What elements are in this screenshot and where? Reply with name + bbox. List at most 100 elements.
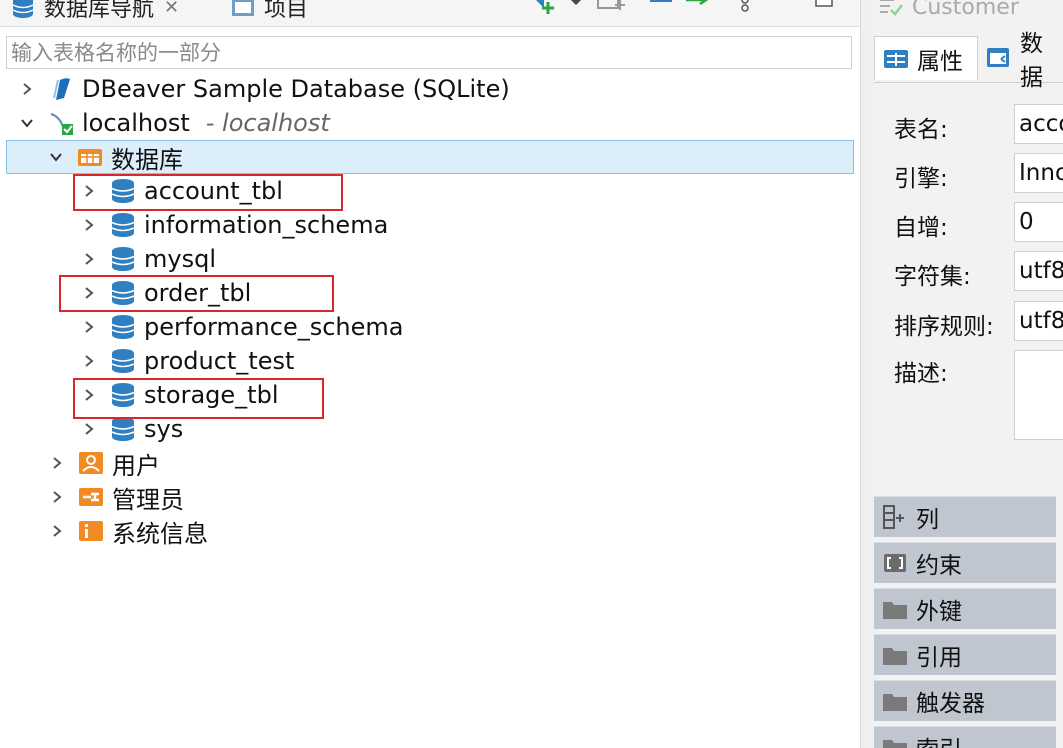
tab-data[interactable]: 数据 (986, 31, 1063, 91)
database-icon (110, 416, 136, 442)
dropdown-chevron-icon[interactable] (568, 0, 598, 22)
database-icon (110, 314, 136, 340)
database-folder-icon (77, 144, 103, 170)
section-label: 外键 (916, 599, 962, 625)
chevron-down-icon[interactable] (47, 148, 65, 166)
database-name-label: sys (144, 415, 184, 443)
database-name-label: information_schema (144, 211, 389, 239)
chevron-right-icon[interactable] (80, 250, 98, 268)
database-icon (110, 212, 136, 238)
highlight-box-account-tbl (73, 174, 343, 211)
new-folder-button[interactable] (596, 0, 626, 22)
tab-properties[interactable]: 属性 (874, 36, 978, 80)
chevron-right-icon[interactable] (18, 80, 36, 98)
tab-database-navigator[interactable]: 数据库导航 ✕ (10, 0, 179, 22)
user-icon (78, 450, 104, 476)
tree-item-label: 数据库 (111, 145, 183, 174)
charset-label: 字符集: (894, 264, 971, 290)
tree-item-localhost[interactable]: localhost - localhost (0, 106, 878, 140)
tree-item-label: 系统信息 (112, 519, 208, 548)
more-options-icon[interactable] (732, 0, 762, 22)
database-name-label: performance_schema (144, 313, 404, 341)
tree-item-database[interactable]: performance_schema (0, 310, 940, 344)
collapse-all-button[interactable] (648, 0, 678, 22)
folder-icon (882, 688, 908, 714)
maximize-button[interactable] (812, 0, 842, 22)
collation-label: 排序规则: (894, 314, 994, 340)
section-references[interactable]: 引用 (874, 634, 1056, 675)
tab-projects[interactable]: 项目 (230, 0, 308, 22)
charset-select[interactable]: utf8 (1014, 251, 1063, 291)
link-editor-button[interactable] (682, 0, 712, 22)
highlight-box-storage-tbl (73, 378, 324, 419)
tab-database-navigator-label: 数据库导航 (44, 0, 155, 22)
highlight-box-order-tbl (59, 275, 334, 312)
section-constraints[interactable]: 约束 (874, 542, 1056, 583)
chevron-right-icon[interactable] (48, 488, 66, 506)
tab-projects-label: 项目 (264, 0, 309, 22)
close-icon[interactable]: ✕ (164, 0, 179, 18)
chevron-right-icon[interactable] (48, 522, 66, 540)
section-indexes[interactable]: 索引 (874, 726, 1056, 748)
chevron-right-icon[interactable] (80, 318, 98, 336)
tree-item-users[interactable]: 用户 (0, 446, 908, 480)
database-name-label: mysql (144, 245, 216, 273)
chevron-right-icon[interactable] (80, 420, 98, 438)
auto-increment-label: 自增: (894, 215, 948, 241)
folder-icon (882, 596, 908, 622)
tree-item-label: 管理员 (112, 485, 184, 514)
database-icon (10, 0, 36, 20)
mysql-connection-icon (48, 110, 74, 136)
tree-item-database[interactable]: product_test (0, 344, 940, 378)
editor-title: Customer (878, 0, 1019, 22)
tree-item-admins[interactable]: 管理员 (0, 480, 908, 514)
database-icon (110, 246, 136, 272)
tree-item-database[interactable]: information_schema (0, 208, 940, 242)
data-grid-icon (986, 45, 1012, 71)
table-check-icon (878, 0, 904, 20)
section-columns[interactable]: 列 (874, 496, 1056, 537)
admin-tools-icon (78, 484, 104, 510)
navigator-tab-bar: 数据库导航 ✕ 项目 (0, 0, 860, 27)
panel-splitter[interactable] (860, 0, 875, 748)
section-label: 引用 (916, 645, 962, 671)
tab-data-label: 数据 (1020, 31, 1043, 91)
tree-item-databases-folder[interactable]: 数据库 (6, 140, 854, 174)
collation-select[interactable]: utf8 (1014, 301, 1063, 341)
section-foreign-keys[interactable]: 外键 (874, 588, 1056, 629)
tree-item-label: DBeaver Sample Database (SQLite) (82, 75, 510, 103)
table-name-input[interactable]: acco (1014, 104, 1063, 144)
properties-tab-bar: 属性 数据 (874, 31, 1063, 91)
project-icon (230, 0, 256, 20)
engine-select[interactable]: Inno (1014, 153, 1063, 193)
editor-title-label: Customer (912, 0, 1019, 20)
chevron-down-icon[interactable] (18, 114, 36, 132)
description-textarea[interactable] (1014, 350, 1063, 440)
sqlite-icon (48, 76, 74, 102)
constraint-icon (882, 550, 908, 576)
section-triggers[interactable]: 触发器 (874, 680, 1056, 721)
tree-item-sample-db[interactable]: DBeaver Sample Database (SQLite) (0, 72, 878, 106)
database-name-label: product_test (144, 347, 295, 375)
new-connection-button[interactable] (530, 0, 560, 22)
properties-icon (883, 46, 909, 72)
tree-item-database[interactable]: mysql (0, 242, 940, 276)
tree-item-label: localhost (82, 109, 190, 137)
database-icon (110, 348, 136, 374)
tab-properties-label: 属性 (917, 48, 963, 75)
table-properties-panel: Customer 属性 数据 表名: acco 引擎: Inno 自增: 0 字… (874, 0, 1063, 748)
auto-increment-input[interactable]: 0 (1014, 202, 1063, 242)
chevron-right-icon[interactable] (80, 216, 98, 234)
columns-icon (882, 504, 908, 530)
chevron-right-icon[interactable] (48, 454, 66, 472)
database-navigator-panel: 数据库导航 ✕ 项目 输入表格名称的一部分 DBeaver Sample Dat… (0, 0, 860, 748)
tree-item-system-info[interactable]: 系统信息 (0, 514, 908, 548)
table-filter-input[interactable]: 输入表格名称的一部分 (6, 36, 852, 69)
engine-label: 引擎: (894, 166, 948, 192)
section-label: 触发器 (916, 691, 985, 717)
section-label: 索引 (916, 730, 962, 748)
table-name-label: 表名: (894, 117, 948, 143)
section-label: 约束 (916, 553, 962, 579)
chevron-right-icon[interactable] (80, 352, 98, 370)
connection-host-label: - localhost (205, 109, 330, 137)
